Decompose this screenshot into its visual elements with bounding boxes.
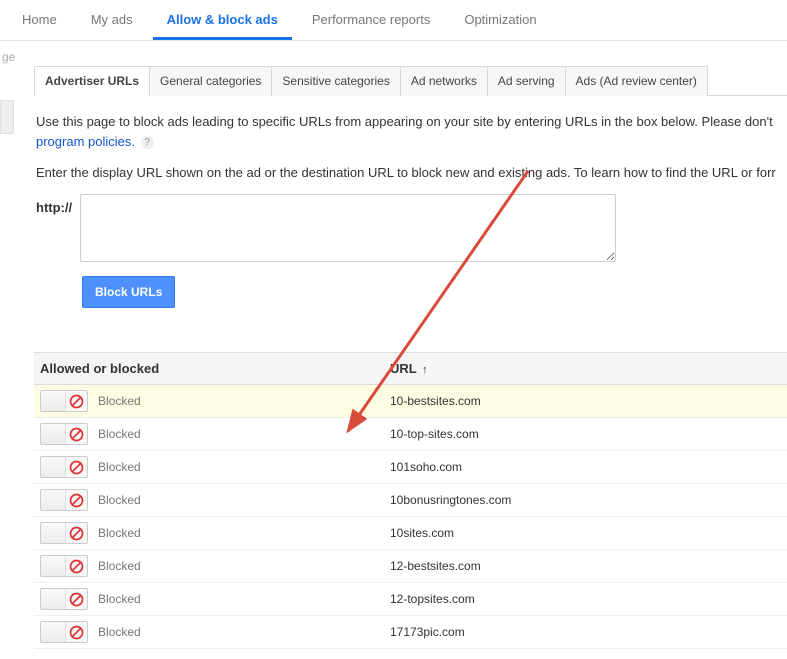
top-nav-item-performance-reports[interactable]: Performance reports [298,0,445,40]
blocked-icon [66,390,87,412]
table-row: Blocked 101soho.com [34,451,787,484]
status-cell: Blocked [34,451,384,483]
sub-tab-advertiser-urls[interactable]: Advertiser URLs [34,66,150,96]
blocked-icon [66,522,87,544]
blocked-icon [66,489,87,511]
sidebar-text: ge [0,50,14,64]
blocked-icon [66,588,87,610]
url-cell: 101soho.com [384,452,787,482]
allow-block-toggle[interactable] [40,423,88,445]
toggle-allowed-slot [41,556,66,576]
block-urls-button[interactable]: Block URLs [82,276,175,308]
sub-tab-ads-ad-review-center-[interactable]: Ads (Ad review center) [565,66,708,96]
status-label: Blocked [98,526,141,540]
sidebar-fragment: ge [0,46,14,134]
status-cell: Blocked [34,550,384,582]
blocked-icon [66,423,87,445]
status-label: Blocked [98,460,141,474]
allow-block-toggle[interactable] [40,489,88,511]
allow-block-toggle[interactable] [40,522,88,544]
url-cell: 17173pic.com [384,617,787,647]
url-cell: 10-bestsites.com [384,386,787,416]
help-icon[interactable]: ? [141,136,154,149]
description-part1: Use this page to block ads leading to sp… [36,114,773,129]
allow-block-toggle[interactable] [40,390,88,412]
blocked-icon [66,456,87,478]
table-row: Blocked 17173pic.com [34,616,787,649]
status-label: Blocked [98,394,141,408]
description-2: Enter the display URL shown on the ad or… [36,165,785,180]
url-cell: 12-topsites.com [384,584,787,614]
sub-tab-ad-serving[interactable]: Ad serving [487,66,566,96]
top-nav-item-home[interactable]: Home [8,0,71,40]
table-row: Blocked 10bonusringtones.com [34,484,787,517]
header-url-col[interactable]: URL ↑ [384,353,787,384]
allow-block-toggle[interactable] [40,456,88,478]
toggle-allowed-slot [41,424,66,444]
url-cell: 10sites.com [384,518,787,548]
main-content: Advertiser URLsGeneral categoriesSensiti… [18,41,787,649]
status-label: Blocked [98,625,141,639]
table-row: Blocked 12-topsites.com [34,583,787,616]
sub-tab-general-categories[interactable]: General categories [149,66,272,96]
table-row: Blocked 10-bestsites.com [34,385,787,418]
sidebar-partial-box [0,100,14,134]
description-text: Use this page to block ads leading to sp… [36,112,785,151]
top-nav-item-allow-block-ads[interactable]: Allow & block ads [153,0,292,40]
top-nav-item-optimization[interactable]: Optimization [450,0,550,40]
blocked-icon [66,555,87,577]
status-cell: Blocked [34,484,384,516]
status-label: Blocked [98,592,141,606]
url-cell: 10-top-sites.com [384,419,787,449]
header-url-label: URL [390,361,416,376]
blocked-icon [66,621,87,643]
url-cell: 12-bestsites.com [384,551,787,581]
status-label: Blocked [98,427,141,441]
toggle-allowed-slot [41,589,66,609]
top-nav: HomeMy adsAllow & block adsPerformance r… [0,0,787,41]
sort-asc-icon: ↑ [422,364,428,376]
http-label: http:// [36,194,72,215]
url-input-row: http:// [36,194,785,262]
sub-tab-sensitive-categories[interactable]: Sensitive categories [271,66,400,96]
status-label: Blocked [98,493,141,507]
toggle-allowed-slot [41,391,66,411]
header-status-col[interactable]: Allowed or blocked [34,353,384,384]
table-row: Blocked 12-bestsites.com [34,550,787,583]
top-nav-item-my-ads[interactable]: My ads [77,0,147,40]
allow-block-toggle[interactable] [40,621,88,643]
sub-tabs: Advertiser URLsGeneral categoriesSensiti… [34,65,787,96]
status-cell: Blocked [34,616,384,648]
table-header: Allowed or blocked URL ↑ [34,353,787,385]
toggle-allowed-slot [41,523,66,543]
toggle-allowed-slot [41,490,66,510]
toggle-allowed-slot [41,457,66,477]
program-policies-link[interactable]: program policies. [36,134,135,149]
status-cell: Blocked [34,385,384,417]
status-label: Blocked [98,559,141,573]
status-cell: Blocked [34,517,384,549]
table-row: Blocked 10-top-sites.com [34,418,787,451]
url-cell: 10bonusringtones.com [384,485,787,515]
toggle-allowed-slot [41,622,66,642]
status-cell: Blocked [34,418,384,450]
url-input[interactable] [80,194,616,262]
blocked-urls-table: Allowed or blocked URL ↑ Blocked 10-bests… [34,352,787,649]
sub-tab-ad-networks[interactable]: Ad networks [400,66,488,96]
allow-block-toggle[interactable] [40,555,88,577]
allow-block-toggle[interactable] [40,588,88,610]
status-cell: Blocked [34,583,384,615]
table-row: Blocked 10sites.com [34,517,787,550]
